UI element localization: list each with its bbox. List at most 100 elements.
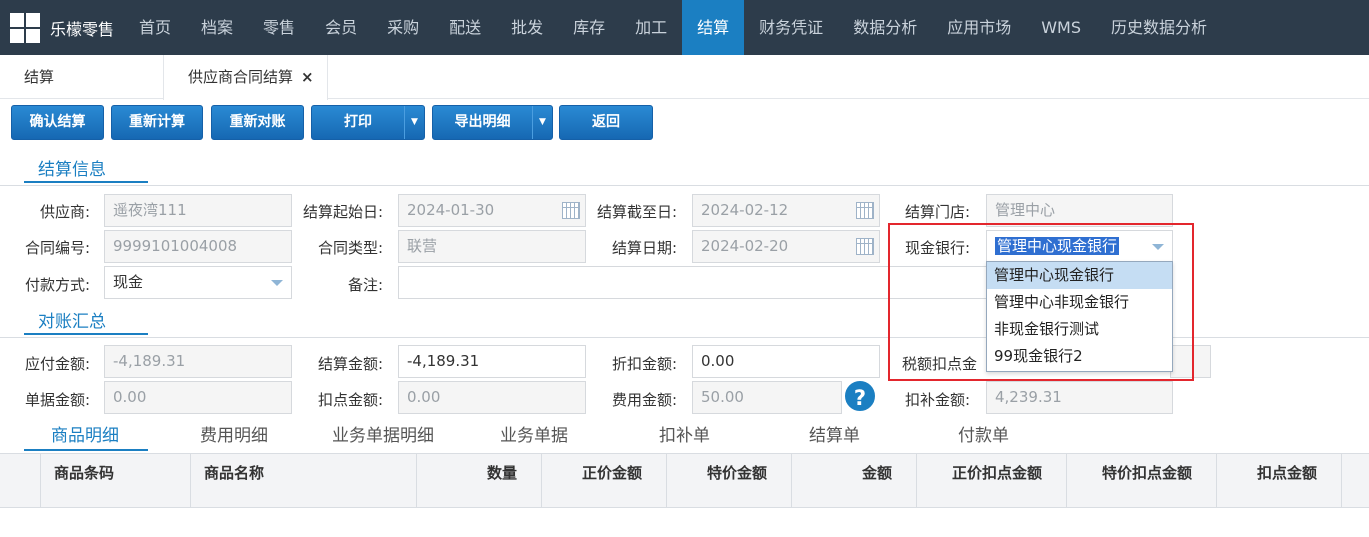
start-date-field[interactable]: 2024-01-30 [398, 194, 586, 227]
nav-wholesale[interactable]: 批发 [496, 0, 558, 55]
dropdown-option[interactable]: 99现金银行2 [987, 343, 1172, 370]
reconcile-button[interactable]: 重新对账 [211, 105, 304, 140]
brand-name: 乐檬零售 [50, 19, 115, 39]
end-date-label: 结算截至日: [596, 203, 677, 221]
calendar-icon[interactable] [562, 202, 580, 219]
nav-distribution[interactable]: 配送 [434, 0, 496, 55]
section-title: 对账汇总 [24, 307, 148, 335]
grid-column-regular-amount[interactable]: 正价金额 [542, 454, 667, 507]
payable-field[interactable]: -4,189.31 [104, 345, 292, 378]
settle-date-field[interactable]: 2024-02-20 [692, 230, 880, 263]
grid-column-regular-deduct[interactable]: 正价扣点金额 [917, 454, 1067, 507]
nav-processing[interactable]: 加工 [620, 0, 682, 55]
tab-product-detail[interactable]: 商品明细 [51, 421, 119, 446]
grid-column-checkbox [0, 454, 41, 507]
payment-method-value: 现金 [113, 273, 144, 291]
nav-inventory[interactable]: 库存 [558, 0, 620, 55]
supplement-amount-field[interactable]: 4,239.31 [986, 381, 1173, 414]
section-reconcile-summary: 对账汇总 [0, 307, 400, 337]
tab-label: 供应商合同结算 [188, 68, 294, 86]
tab-business-doc-detail[interactable]: 业务单据明细 [332, 421, 434, 446]
settle-amount-label: 结算金额: [317, 355, 383, 373]
top-navigation: 乐檬零售 首页 档案 零售 会员 采购 配送 批发 库存 加工 结算 财务凭证 … [0, 0, 1369, 55]
help-icon[interactable]: ? [845, 381, 875, 411]
nav-settlement[interactable]: 结算 [682, 0, 745, 55]
payment-method-select[interactable]: 现金 [104, 266, 292, 299]
nav-purchase[interactable]: 采购 [372, 0, 434, 55]
divider [0, 185, 1369, 186]
dropdown-option[interactable]: 非现金银行测试 [987, 316, 1172, 343]
end-date-value: 2024-02-12 [701, 201, 789, 219]
tab-business-doc[interactable]: 业务单据 [500, 421, 568, 446]
nav-app-market[interactable]: 应用市场 [932, 0, 1026, 55]
export-label: 导出明细 [454, 114, 511, 130]
grid-column-deduct-amount[interactable]: 扣点金额 [1217, 454, 1342, 507]
chevron-down-icon[interactable]: ▼ [404, 106, 424, 139]
grid-column-product-name[interactable]: 商品名称 [191, 454, 417, 507]
discount-label: 折扣金额: [611, 355, 677, 373]
contract-number-field[interactable]: 9999101004008 [104, 230, 292, 263]
grid-column-barcode[interactable]: 商品条码 [41, 454, 191, 507]
discount-input[interactable]: 0.00 [692, 345, 880, 378]
nav-history-analysis[interactable]: 历史数据分析 [1096, 0, 1222, 55]
dropdown-option[interactable]: 管理中心非现金银行 [987, 289, 1172, 316]
nav-archive[interactable]: 档案 [186, 0, 248, 55]
section-title: 结算信息 [24, 155, 148, 183]
end-date-field[interactable]: 2024-02-12 [692, 194, 880, 227]
confirm-settlement-button[interactable]: 确认结算 [11, 105, 104, 140]
document-amount-field[interactable]: 0.00 [104, 381, 292, 414]
start-date-label: 结算起始日: [302, 203, 383, 221]
nav-data-analysis[interactable]: 数据分析 [838, 0, 932, 55]
settle-amount-input[interactable]: -4,189.31 [398, 345, 586, 378]
nav-member[interactable]: 会员 [310, 0, 372, 55]
grid-column-special-deduct[interactable]: 特价扣点金额 [1067, 454, 1217, 507]
app-grid-icon[interactable] [10, 12, 40, 43]
nav-retail[interactable]: 零售 [248, 0, 310, 55]
fee-amount-field[interactable]: 50.00 [692, 381, 842, 414]
calendar-icon[interactable] [856, 238, 874, 255]
supplement-amount-label: 扣补金额: [904, 391, 970, 409]
close-icon[interactable]: × [301, 68, 314, 86]
payable-label: 应付金额: [24, 355, 90, 373]
document-amount-label: 单据金额: [24, 391, 90, 409]
payment-method-label: 付款方式: [24, 276, 90, 294]
chevron-down-icon[interactable] [271, 280, 283, 286]
grid-column-quantity[interactable]: 数量 [417, 454, 542, 507]
tab-fee-detail[interactable]: 费用明细 [200, 421, 268, 446]
tab-payment-doc[interactable]: 付款单 [958, 421, 1009, 446]
deduct-amount-label: 扣点金额: [317, 391, 383, 409]
back-button[interactable]: 返回 [559, 105, 653, 140]
section-settlement-info: 结算信息 [0, 155, 400, 185]
print-button[interactable]: 打印 ▼ [311, 105, 425, 140]
active-tab-underline [24, 449, 148, 451]
supplier-label: 供应商: [39, 203, 90, 221]
supplier-field[interactable]: 遥夜湾111 [104, 194, 292, 227]
tab-supplement-doc[interactable]: 扣补单 [659, 421, 710, 446]
contract-type-field[interactable]: 联营 [398, 230, 586, 263]
nav-finance-voucher[interactable]: 财务凭证 [744, 0, 838, 55]
tab-settlement[interactable]: 结算 [0, 55, 163, 99]
start-date-value: 2024-01-30 [407, 201, 495, 219]
tab-settlement-doc[interactable]: 结算单 [809, 421, 860, 446]
recalculate-button[interactable]: 重新计算 [111, 105, 203, 140]
contract-number-label: 合同编号: [24, 239, 90, 257]
tab-supplier-contract-settlement[interactable]: 供应商合同结算 × [163, 55, 328, 100]
nav-wms[interactable]: WMS [1026, 0, 1096, 55]
page-tab-bar: 结算 供应商合同结算 × [0, 55, 1369, 100]
print-label: 打印 [344, 114, 372, 130]
calendar-icon[interactable] [856, 202, 874, 219]
deduct-amount-field[interactable]: 0.00 [398, 381, 586, 414]
grid-column-amount[interactable]: 金额 [792, 454, 917, 507]
dropdown-option[interactable]: 管理中心现金银行 [987, 262, 1172, 289]
grid-column-special-amount[interactable]: 特价金额 [667, 454, 792, 507]
nav-home[interactable]: 首页 [124, 0, 186, 55]
contract-type-label: 合同类型: [317, 239, 383, 257]
fee-amount-label: 费用金额: [611, 391, 677, 409]
remark-label: 备注: [347, 276, 383, 294]
export-detail-button[interactable]: 导出明细 ▼ [432, 105, 553, 140]
settle-date-label: 结算日期: [611, 239, 677, 257]
store-label: 结算门店: [904, 203, 970, 221]
grid-header: 商品条码 商品名称 数量 正价金额 特价金额 金额 正价扣点金额 特价扣点金额 … [0, 453, 1369, 508]
chevron-down-icon[interactable]: ▼ [532, 106, 552, 139]
settle-date-value: 2024-02-20 [701, 237, 789, 255]
